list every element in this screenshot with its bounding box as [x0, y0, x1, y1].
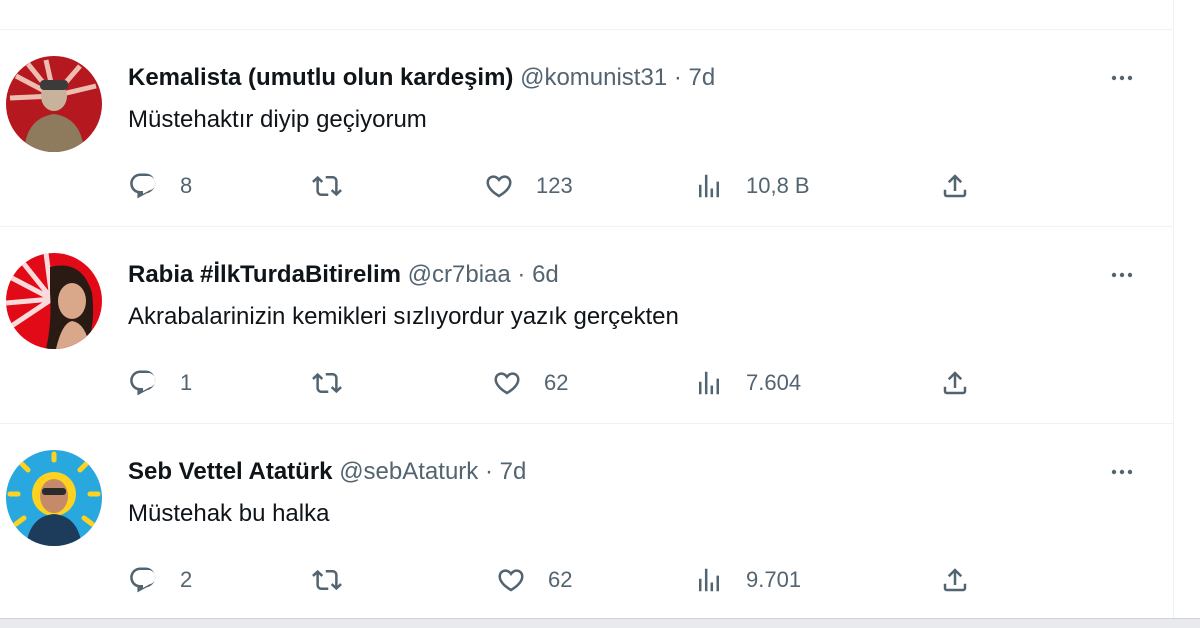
avatar-image — [6, 450, 102, 546]
retweet-button[interactable] — [312, 363, 364, 403]
share-icon — [943, 174, 967, 198]
like-count: 62 — [544, 370, 569, 395]
avatar[interactable] — [6, 450, 102, 546]
tweet-header: Rabia #İlkTurdaBitirelim @cr7biaa · 6d — [128, 259, 559, 291]
avatar[interactable] — [6, 253, 102, 349]
tweet[interactable]: Kemalista (umutlu olun kardeşim) @komuni… — [0, 30, 1174, 227]
separator-dot: · — [673, 64, 682, 91]
share-icon — [943, 568, 967, 592]
like-count: 123 — [536, 173, 573, 198]
tweet-text: Akrabalarinizin kemikleri sızlıyordur ya… — [128, 303, 679, 330]
tweet-header: Kemalista (umutlu olun kardeşim) @komuni… — [128, 62, 715, 94]
tweet-header: Seb Vettel Atatürk @sebAtaturk · 7d — [128, 456, 526, 488]
author-handle[interactable]: @komunist31 — [520, 64, 667, 91]
tweet[interactable]: Rabia #İlkTurdaBitirelim @cr7biaa · 6d A… — [0, 227, 1174, 424]
retweet-icon — [312, 175, 342, 197]
like-icon — [494, 372, 520, 395]
reply-count: 8 — [180, 173, 193, 198]
views-button[interactable]: 10,8 B — [694, 166, 810, 206]
avatar-image — [6, 253, 102, 349]
more-icon — [1111, 272, 1133, 278]
reply-count: 1 — [180, 370, 193, 395]
window-bottom-edge — [0, 618, 1200, 628]
tweet-time[interactable]: 7d — [500, 458, 527, 485]
views-count: 7.604 — [746, 370, 802, 395]
previous-tweet-edge — [0, 0, 1174, 30]
separator-dot: · — [484, 458, 493, 485]
retweet-button[interactable] — [312, 166, 364, 206]
retweet-icon — [312, 569, 342, 591]
views-count: 9.701 — [746, 567, 802, 592]
tweet-time[interactable]: 7d — [689, 64, 716, 91]
share-icon — [943, 371, 967, 395]
author-handle[interactable]: @cr7biaa — [408, 261, 511, 288]
views-icon — [699, 371, 719, 395]
separator-dot: · — [517, 261, 526, 288]
reply-icon — [130, 370, 156, 396]
more-button[interactable] — [1100, 255, 1144, 295]
tweet-actions: 8 123 10,8 B — [128, 166, 988, 206]
tweet-text: Müstehaktır diyip geçiyorum — [128, 106, 427, 133]
views-button[interactable]: 9.701 — [694, 560, 801, 600]
author-handle[interactable]: @sebAtaturk — [339, 458, 478, 485]
author-name[interactable]: Seb Vettel Atatürk — [128, 458, 333, 485]
author-name[interactable]: Rabia #İlkTurdaBitirelim — [128, 261, 401, 288]
tweet-actions: 1 62 7.604 — [128, 363, 988, 403]
timeline: Kemalista (umutlu olun kardeşim) @komuni… — [0, 0, 1174, 618]
views-icon — [699, 174, 719, 198]
reply-icon — [130, 567, 156, 593]
share-button[interactable] — [940, 560, 970, 600]
retweet-icon — [312, 372, 342, 394]
more-icon — [1111, 469, 1133, 475]
tweet-actions: 2 62 9.701 — [128, 560, 988, 600]
avatar[interactable] — [6, 56, 102, 152]
retweet-button[interactable] — [312, 560, 364, 600]
reply-button[interactable]: 1 — [128, 363, 192, 403]
like-count: 62 — [548, 567, 573, 592]
more-button[interactable] — [1100, 58, 1144, 98]
like-icon — [486, 175, 512, 198]
like-button[interactable]: 62 — [492, 363, 568, 403]
like-button[interactable]: 123 — [484, 166, 573, 206]
share-button[interactable] — [940, 363, 970, 403]
like-button[interactable]: 62 — [496, 560, 572, 600]
avatar-image — [6, 56, 102, 152]
reply-button[interactable]: 2 — [128, 560, 192, 600]
views-count: 10,8 B — [746, 173, 810, 198]
views-button[interactable]: 7.604 — [694, 363, 801, 403]
share-button[interactable] — [940, 166, 970, 206]
more-button[interactable] — [1100, 452, 1144, 492]
reply-icon — [130, 173, 156, 199]
reply-button[interactable]: 8 — [128, 166, 192, 206]
author-name[interactable]: Kemalista (umutlu olun kardeşim) — [128, 64, 513, 91]
views-icon — [699, 568, 719, 592]
like-icon — [498, 569, 524, 592]
reply-count: 2 — [180, 567, 193, 592]
tweet-time[interactable]: 6d — [532, 261, 559, 288]
tweet[interactable]: Seb Vettel Atatürk @sebAtaturk · 7d Müst… — [0, 424, 1174, 621]
tweet-text: Müstehak bu halka — [128, 500, 330, 527]
more-icon — [1111, 75, 1133, 81]
